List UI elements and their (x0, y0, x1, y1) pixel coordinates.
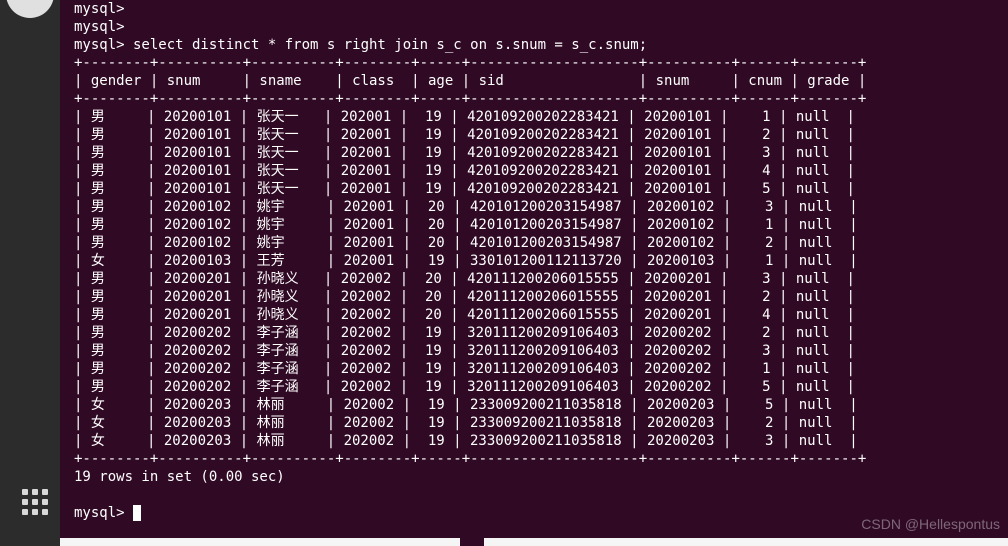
apps-grid-icon[interactable] (22, 489, 48, 515)
terminal-output[interactable]: mysql> mysql> mysql> select distinct * f… (0, 0, 1008, 522)
cursor (133, 505, 141, 521)
launcher-partial-icon (6, 0, 54, 18)
launcher-bar (0, 0, 60, 546)
bottom-strip (60, 538, 1008, 546)
watermark-text: CSDN @Hellespontus (861, 516, 1000, 532)
